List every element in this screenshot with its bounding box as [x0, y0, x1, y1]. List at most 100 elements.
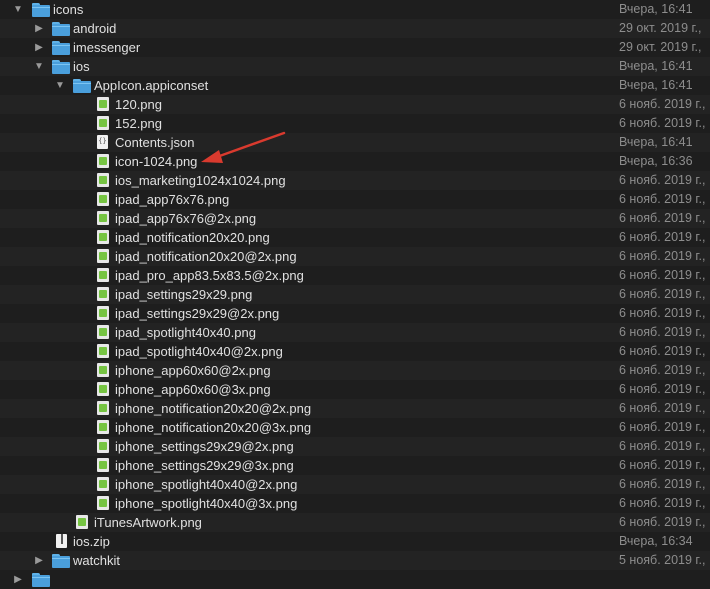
list-item-file[interactable]: ipad_app76x76.png 6 нояб. 2019 г.,	[0, 190, 710, 209]
folder-icon	[52, 22, 70, 36]
list-item-watchkit-folder[interactable]: ▶ watchkit 5 нояб. 2019 г.,	[0, 551, 710, 570]
png-file-icon	[97, 306, 109, 320]
png-file-icon	[97, 287, 109, 301]
list-item-file[interactable]: ipad_pro_app83.5x83.5@2x.png 6 нояб. 201…	[0, 266, 710, 285]
list-item-file[interactable]: iphone_spotlight40x40@3x.png 6 нояб. 201…	[0, 494, 710, 513]
png-file-icon	[97, 268, 109, 282]
item-name: ipad_spotlight40x40@2x.png	[115, 344, 283, 359]
item-name: android	[73, 21, 117, 36]
item-name: iphone_settings29x29@3x.png	[115, 458, 294, 473]
item-name: iTunesArtwork.png	[94, 515, 202, 530]
item-name: ios.zip	[73, 534, 110, 549]
zip-file-icon	[56, 534, 67, 548]
png-file-icon	[76, 515, 88, 529]
item-date: 6 нояб. 2019 г.,	[619, 97, 706, 111]
disclosure-expanded-icon[interactable]: ▼	[12, 0, 24, 19]
item-name: iphone_app60x60@2x.png	[115, 363, 271, 378]
item-date: 6 нояб. 2019 г.,	[619, 515, 706, 529]
png-file-icon	[97, 211, 109, 225]
item-name: ipad_app76x76.png	[115, 192, 230, 207]
png-file-icon	[97, 496, 109, 510]
list-item-file[interactable]: 120.png 6 нояб. 2019 г.,	[0, 95, 710, 114]
png-file-icon	[97, 192, 109, 206]
list-item-ios-folder[interactable]: ▼ ios Вчера, 16:41	[0, 57, 710, 76]
folder-icon	[73, 79, 91, 93]
item-name: ipad_notification20x20@2x.png	[115, 249, 297, 264]
list-item-icons-folder[interactable]: ▼ icons Вчера, 16:41	[0, 0, 710, 19]
item-date: Вчера, 16:41	[619, 135, 693, 149]
file-list: ▼ icons Вчера, 16:41 ▶ android 29 окт. 2…	[0, 0, 710, 589]
list-item-file[interactable]: iphone_settings29x29@2x.png 6 нояб. 2019…	[0, 437, 710, 456]
list-item-file[interactable]: icon-1024.png Вчера, 16:36	[0, 152, 710, 171]
list-item-file[interactable]: ipad_notification20x20@2x.png 6 нояб. 20…	[0, 247, 710, 266]
list-item-partial[interactable]: ▶	[0, 570, 710, 589]
folder-icon	[52, 60, 70, 74]
item-name: ipad_app76x76@2x.png	[115, 211, 257, 226]
item-name: icon-1024.png	[115, 154, 198, 169]
item-name: iphone_app60x60@3x.png	[115, 382, 271, 397]
disclosure-collapsed-icon[interactable]: ▶	[33, 19, 45, 38]
list-item-file[interactable]: iTunesArtwork.png 6 нояб. 2019 г.,	[0, 513, 710, 532]
list-item-android-folder[interactable]: ▶ android 29 окт. 2019 г.,	[0, 19, 710, 38]
json-file-icon	[97, 135, 108, 149]
list-item-file[interactable]: ipad_spotlight40x40.png 6 нояб. 2019 г.,	[0, 323, 710, 342]
folder-icon	[32, 573, 50, 587]
list-item-file[interactable]: iphone_app60x60@2x.png 6 нояб. 2019 г.,	[0, 361, 710, 380]
list-item-file[interactable]: iphone_notification20x20@2x.png 6 нояб. …	[0, 399, 710, 418]
png-file-icon	[97, 401, 109, 415]
list-item-file[interactable]: ios.zip Вчера, 16:34	[0, 532, 710, 551]
item-name: icons	[53, 2, 84, 17]
folder-icon	[32, 3, 50, 17]
item-date: 29 окт. 2019 г.,	[619, 21, 702, 35]
item-date: 6 нояб. 2019 г.,	[619, 325, 706, 339]
item-date: Вчера, 16:41	[619, 59, 693, 73]
item-date: 5 нояб. 2019 г.,	[619, 553, 706, 567]
png-file-icon	[97, 363, 109, 377]
disclosure-expanded-icon[interactable]: ▼	[33, 57, 45, 76]
png-file-icon	[97, 382, 109, 396]
png-file-icon	[97, 420, 109, 434]
item-date: 6 нояб. 2019 г.,	[619, 230, 706, 244]
item-name: iphone_spotlight40x40@3x.png	[115, 496, 298, 511]
disclosure-expanded-icon[interactable]: ▼	[54, 76, 66, 95]
item-date: 6 нояб. 2019 г.,	[619, 420, 706, 434]
png-file-icon	[97, 173, 109, 187]
item-name: Contents.json	[115, 135, 195, 150]
list-item-file[interactable]: ipad_settings29x29.png 6 нояб. 2019 г.,	[0, 285, 710, 304]
list-item-file[interactable]: iphone_app60x60@3x.png 6 нояб. 2019 г.,	[0, 380, 710, 399]
list-item-file[interactable]: iphone_settings29x29@3x.png 6 нояб. 2019…	[0, 456, 710, 475]
png-file-icon	[97, 116, 109, 130]
item-name: iphone_notification20x20@3x.png	[115, 420, 312, 435]
item-name: ios	[73, 59, 90, 74]
item-date: 6 нояб. 2019 г.,	[619, 116, 706, 130]
disclosure-collapsed-icon[interactable]: ▶	[33, 551, 45, 570]
png-file-icon	[97, 439, 109, 453]
item-date: 29 окт. 2019 г.,	[619, 40, 702, 54]
list-item-file[interactable]: ipad_app76x76@2x.png 6 нояб. 2019 г.,	[0, 209, 710, 228]
list-item-file[interactable]: iphone_spotlight40x40@2x.png 6 нояб. 201…	[0, 475, 710, 494]
png-file-icon	[97, 458, 109, 472]
item-date: 6 нояб. 2019 г.,	[619, 306, 706, 320]
item-date: 6 нояб. 2019 г.,	[619, 496, 706, 510]
list-item-imessenger-folder[interactable]: ▶ imessenger 29 окт. 2019 г.,	[0, 38, 710, 57]
item-name: AppIcon.appiconset	[94, 78, 209, 93]
list-item-file[interactable]: ipad_settings29x29@2x.png 6 нояб. 2019 г…	[0, 304, 710, 323]
list-item-file[interactable]: Contents.json Вчера, 16:41	[0, 133, 710, 152]
list-item-appiconset-folder[interactable]: ▼ AppIcon.appiconset Вчера, 16:41	[0, 76, 710, 95]
item-name: 152.png	[115, 116, 162, 131]
list-item-file[interactable]: ios_marketing1024x1024.png 6 нояб. 2019 …	[0, 171, 710, 190]
disclosure-collapsed-icon[interactable]: ▶	[33, 38, 45, 57]
list-item-file[interactable]: ipad_notification20x20.png 6 нояб. 2019 …	[0, 228, 710, 247]
list-item-file[interactable]: ipad_spotlight40x40@2x.png 6 нояб. 2019 …	[0, 342, 710, 361]
folder-icon	[52, 554, 70, 568]
item-name: imessenger	[73, 40, 141, 55]
item-name: ipad_settings29x29@2x.png	[115, 306, 280, 321]
item-date: 6 нояб. 2019 г.,	[619, 249, 706, 263]
item-date: 6 нояб. 2019 г.,	[619, 192, 706, 206]
item-date: Вчера, 16:41	[619, 78, 693, 92]
list-item-file[interactable]: iphone_notification20x20@3x.png 6 нояб. …	[0, 418, 710, 437]
png-file-icon	[97, 344, 109, 358]
list-item-file[interactable]: 152.png 6 нояб. 2019 г.,	[0, 114, 710, 133]
disclosure-collapsed-icon[interactable]: ▶	[12, 570, 24, 589]
item-name: ipad_pro_app83.5x83.5@2x.png	[115, 268, 304, 283]
